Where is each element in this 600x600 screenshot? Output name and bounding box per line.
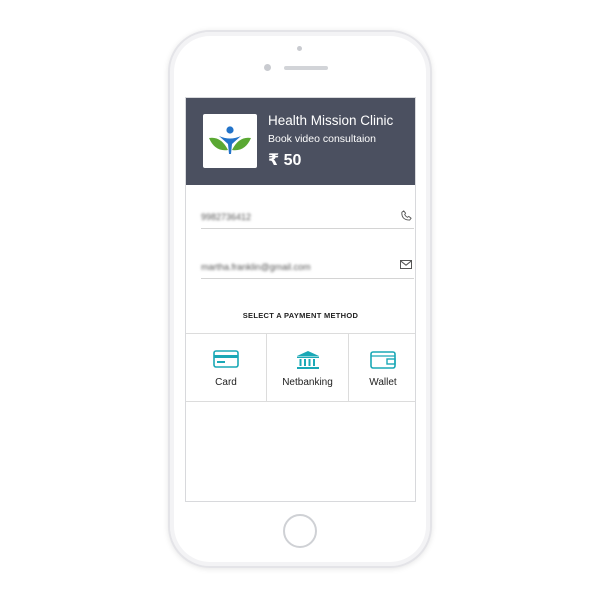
payment-method-wallet[interactable]: Wallet xyxy=(349,334,415,401)
front-sensor xyxy=(297,46,302,51)
merchant-header: Health Mission Clinic Book video consult… xyxy=(186,98,415,185)
service-description: Book video consultaion xyxy=(268,133,376,145)
payment-method-netbanking[interactable]: Netbanking xyxy=(267,334,349,401)
payment-methods: Card Netbanking Wallet xyxy=(186,333,415,402)
phone-icon xyxy=(401,210,412,221)
card-icon xyxy=(213,350,239,368)
front-camera xyxy=(264,64,271,71)
merchant-logo xyxy=(203,114,257,168)
bank-icon xyxy=(296,351,319,369)
earpiece-speaker xyxy=(284,66,328,70)
phone-input[interactable] xyxy=(201,209,391,225)
checkout-screen: Health Mission Clinic Book video consult… xyxy=(185,97,416,502)
email-field xyxy=(201,257,414,279)
merchant-name: Health Mission Clinic xyxy=(268,113,394,128)
payment-method-label: Wallet xyxy=(369,377,397,388)
clinic-logo-icon xyxy=(209,126,251,154)
price-amount: ₹ 50 xyxy=(268,152,302,169)
home-button[interactable] xyxy=(283,514,317,548)
payment-method-label: Card xyxy=(215,377,237,388)
wallet-icon xyxy=(370,351,396,369)
payment-method-card[interactable]: Card xyxy=(186,334,267,401)
email-input[interactable] xyxy=(201,259,391,275)
payment-method-label: Netbanking xyxy=(282,377,333,388)
payment-section-title: SELECT A PAYMENT METHOD xyxy=(242,311,359,320)
phone-field xyxy=(201,207,414,229)
mail-icon xyxy=(400,260,412,269)
